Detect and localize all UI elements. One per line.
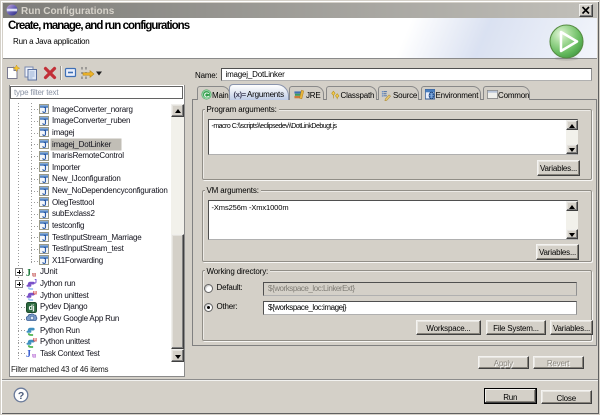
svg-text:J: J bbox=[42, 152, 46, 160]
svg-text:J: J bbox=[42, 164, 46, 172]
svg-text:J: J bbox=[42, 257, 46, 265]
svg-text:J: J bbox=[26, 349, 31, 359]
svg-text:J: J bbox=[42, 222, 46, 230]
svg-text:J: J bbox=[42, 187, 46, 195]
svg-text:J: J bbox=[42, 245, 46, 253]
svg-text:?: ? bbox=[18, 390, 24, 402]
svg-text:J: J bbox=[42, 199, 46, 207]
svg-text:J: J bbox=[42, 118, 46, 126]
svg-text:J: J bbox=[34, 279, 37, 285]
svg-text:C: C bbox=[203, 90, 209, 99]
svg-text:u: u bbox=[32, 351, 36, 360]
svg-text:J: J bbox=[42, 176, 46, 184]
svg-text:u: u bbox=[32, 269, 36, 278]
svg-text:J: J bbox=[42, 106, 46, 114]
svg-text:J: J bbox=[26, 268, 31, 278]
svg-text:J: J bbox=[42, 211, 46, 219]
svg-text:u: u bbox=[33, 290, 37, 297]
svg-text:J: J bbox=[42, 234, 46, 242]
svg-text:J: J bbox=[42, 129, 46, 137]
svg-text:dj: dj bbox=[29, 305, 35, 312]
svg-text:J: J bbox=[42, 141, 46, 149]
svg-text:u: u bbox=[33, 337, 37, 344]
